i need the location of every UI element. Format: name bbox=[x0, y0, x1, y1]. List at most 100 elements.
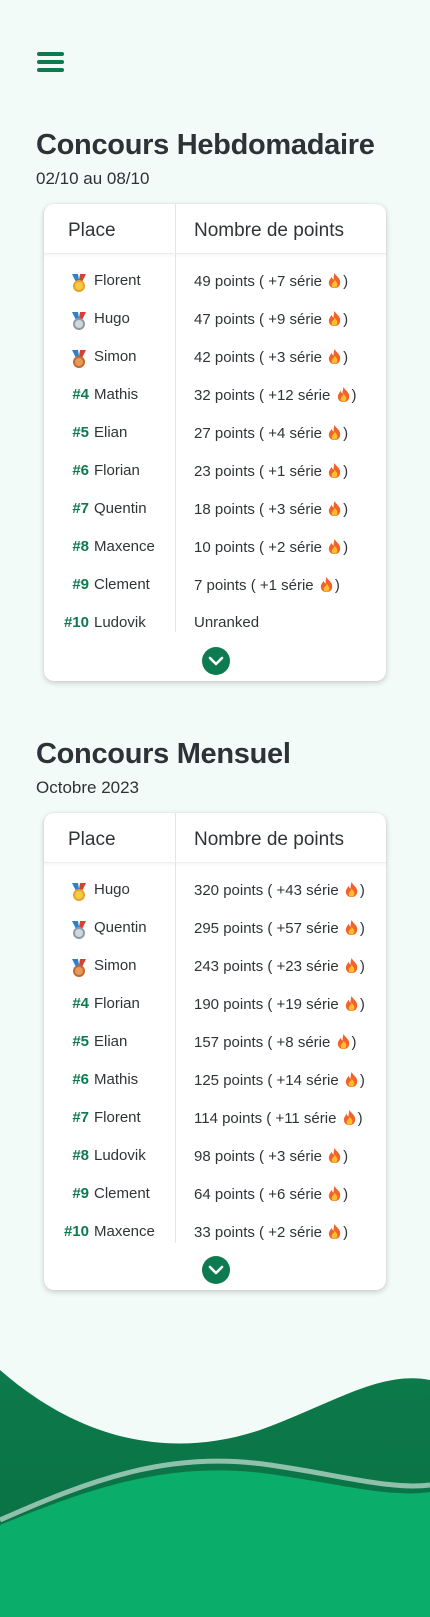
leaderboard-row: #9 Clement 64 points ( +6 série ) bbox=[44, 1175, 386, 1213]
leaderboard-row: #4 Mathis 32 points ( +12 série ) bbox=[44, 376, 386, 414]
fire-icon bbox=[345, 1072, 358, 1087]
rank-number: #6 bbox=[72, 1071, 89, 1088]
player-name: Ludovik bbox=[94, 1147, 146, 1164]
leaderboard-row: Hugo 320 points ( +43 série ) bbox=[44, 871, 386, 909]
silver-medal-icon bbox=[69, 311, 89, 331]
silver-medal-icon bbox=[69, 920, 89, 940]
points-text: 49 points ( +7 série bbox=[194, 273, 322, 290]
fire-icon bbox=[329, 273, 341, 288]
rank-number: #8 bbox=[72, 538, 89, 555]
monthly-leaderboard-card: Place Nombre de points Hugo 320 points ( … bbox=[44, 813, 386, 1290]
player-name: Clement bbox=[94, 576, 150, 593]
fire-icon bbox=[337, 387, 349, 402]
chevron-down-icon bbox=[208, 1265, 224, 1275]
leaderboard-row: Simon 243 points ( +23 série ) bbox=[44, 947, 386, 985]
points-suffix: ) bbox=[359, 1072, 365, 1089]
points-text: 320 points ( +43 série bbox=[194, 882, 339, 899]
points-text: 98 points ( +3 série bbox=[194, 1148, 322, 1165]
fire-icon bbox=[345, 920, 358, 935]
expand-monthly-button[interactable] bbox=[202, 1256, 230, 1284]
weekly-subtitle: 02/10 au 08/10 bbox=[36, 169, 150, 188]
player-points: 23 points ( +1 série ) bbox=[194, 462, 348, 480]
points-suffix: ) bbox=[357, 1110, 363, 1127]
points-text: 7 points ( +1 série bbox=[194, 577, 314, 594]
fire-icon bbox=[329, 1186, 341, 1201]
rank-number: #10 bbox=[63, 614, 89, 631]
fire-icon bbox=[345, 958, 358, 973]
leaderboard-row: #9 Clement 7 points ( +1 série ) bbox=[44, 566, 386, 604]
player-points: 27 points ( +4 série ) bbox=[194, 424, 348, 442]
points-text: 18 points ( +3 série bbox=[194, 501, 322, 518]
player-points: 295 points ( +57 série ) bbox=[194, 919, 365, 937]
points-suffix: ) bbox=[359, 882, 365, 899]
points-suffix: ) bbox=[343, 463, 349, 480]
fire-icon bbox=[329, 1224, 341, 1239]
player-name: Mathis bbox=[94, 386, 139, 403]
bronze-medal-icon bbox=[69, 958, 89, 978]
player-name: Simon bbox=[94, 348, 137, 365]
fire-icon bbox=[345, 996, 358, 1011]
player-name: Florian bbox=[94, 995, 140, 1012]
player-name: Florian bbox=[94, 462, 140, 479]
player-name: Maxence bbox=[94, 538, 155, 555]
fire-icon bbox=[320, 577, 333, 592]
points-text: 157 points ( +8 série bbox=[194, 1034, 331, 1051]
chevron-down-icon bbox=[208, 656, 224, 666]
points-suffix: ) bbox=[351, 1034, 357, 1051]
points-suffix: ) bbox=[343, 311, 349, 328]
rank-number: #9 bbox=[72, 576, 89, 593]
weekly-leaderboard-card: Place Nombre de points Florent 49 points … bbox=[44, 204, 386, 681]
rank-number: #6 bbox=[72, 462, 89, 479]
leaderboard-row: #8 Ludovik 98 points ( +3 série ) bbox=[44, 1137, 386, 1175]
rank-number: #9 bbox=[72, 1185, 89, 1202]
leaderboard-rows: Hugo 320 points ( +43 série ) Quentin 295 p… bbox=[44, 863, 386, 1251]
player-name: Clement bbox=[94, 1185, 150, 1202]
points-suffix: ) bbox=[343, 273, 349, 290]
hamburger-menu-icon[interactable] bbox=[37, 52, 65, 74]
player-points: 32 points ( +12 série ) bbox=[194, 386, 357, 404]
player-points: 190 points ( +19 série ) bbox=[194, 995, 365, 1013]
table-header: Place Nombre de points bbox=[44, 813, 386, 863]
header-place: Place bbox=[68, 829, 116, 850]
leaderboard-row: #7 Florent 114 points ( +11 série ) bbox=[44, 1099, 386, 1137]
player-name: Simon bbox=[94, 957, 137, 974]
player-name: Elian bbox=[94, 424, 128, 441]
rank-number: #7 bbox=[72, 1109, 89, 1126]
points-text: 33 points ( +2 série bbox=[194, 1224, 322, 1241]
header-place: Place bbox=[68, 220, 116, 241]
player-points: 243 points ( +23 série ) bbox=[194, 957, 365, 975]
player-name: Elian bbox=[94, 1033, 128, 1050]
expand-weekly-button[interactable] bbox=[202, 647, 230, 675]
fire-icon bbox=[329, 311, 341, 326]
fire-icon bbox=[329, 349, 341, 364]
leaderboard-row: #6 Mathis 125 points ( +14 série ) bbox=[44, 1061, 386, 1099]
leaderboard-row: #8 Maxence 10 points ( +2 série ) bbox=[44, 528, 386, 566]
rank-number: #10 bbox=[63, 1223, 89, 1240]
player-name: Quentin bbox=[94, 919, 147, 936]
footer-wave bbox=[0, 1370, 430, 1617]
player-name: Ludovik bbox=[94, 614, 146, 631]
rank-number: #7 bbox=[72, 500, 89, 517]
points-text: 114 points ( +11 série bbox=[194, 1110, 337, 1127]
player-points: 10 points ( +2 série ) bbox=[194, 538, 348, 556]
points-text: 27 points ( +4 série bbox=[194, 425, 322, 442]
player-points: 98 points ( +3 série ) bbox=[194, 1147, 348, 1165]
points-text: 47 points ( +9 série bbox=[194, 311, 322, 328]
points-text: 243 points ( +23 série bbox=[194, 958, 339, 975]
points-suffix: ) bbox=[334, 577, 340, 594]
rank-number: #4 bbox=[72, 995, 89, 1012]
player-name: Quentin bbox=[94, 500, 147, 517]
player-points: 157 points ( +8 série ) bbox=[194, 1033, 357, 1051]
leaderboard-row: Quentin 295 points ( +57 série ) bbox=[44, 909, 386, 947]
points-text: 64 points ( +6 série bbox=[194, 1186, 322, 1203]
player-points: 114 points ( +11 série ) bbox=[194, 1109, 363, 1127]
leaderboard-row: Simon 42 points ( +3 série ) bbox=[44, 338, 386, 376]
player-points: 18 points ( +3 série ) bbox=[194, 500, 348, 518]
header-points: Nombre de points bbox=[194, 829, 344, 850]
gold-medal-icon bbox=[69, 273, 89, 293]
points-suffix: ) bbox=[359, 920, 365, 937]
monthly-title: Concours Mensuel bbox=[36, 738, 291, 770]
player-points: 125 points ( +14 série ) bbox=[194, 1071, 365, 1089]
player-name: Mathis bbox=[94, 1071, 139, 1088]
points-text: Unranked bbox=[194, 614, 260, 631]
